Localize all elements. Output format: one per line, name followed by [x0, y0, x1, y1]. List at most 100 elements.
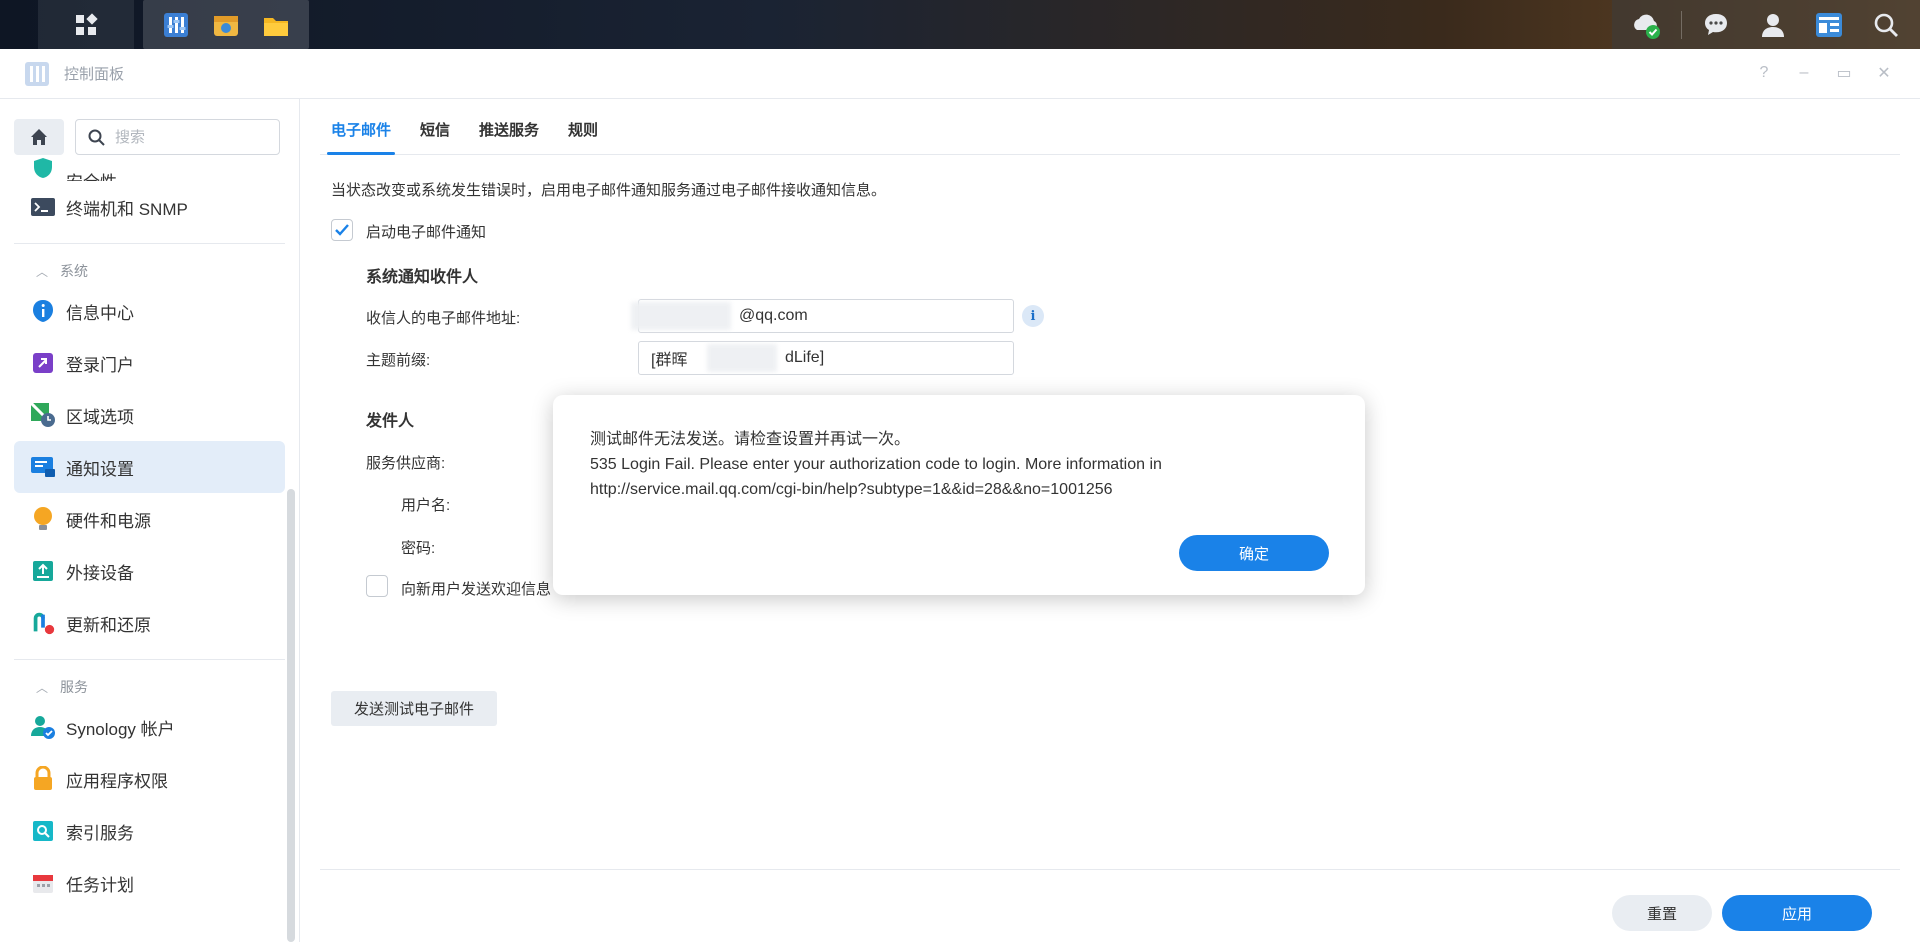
help-button[interactable]: ? [1754, 63, 1774, 83]
recipient-email-field[interactable]: @qq.com [631, 299, 1014, 333]
tray-separator [1680, 10, 1682, 39]
sidebar-item-label: Synology 帐户 [66, 719, 175, 739]
control-panel-window: 控制面板 ? – ▭ ✕ 安全性 [0, 49, 1920, 942]
sidebar-item-login-portal[interactable]: 登录门户 [14, 337, 285, 389]
user-button[interactable] [1751, 0, 1795, 49]
indexing-icon [30, 818, 56, 844]
chat-icon [1705, 13, 1728, 35]
minimize-button[interactable]: – [1794, 63, 1814, 83]
restore-button[interactable]: ▭ [1834, 63, 1854, 83]
provider-label: 服务供应商: [366, 455, 446, 472]
sidebar-scrollbar[interactable] [287, 489, 295, 942]
enable-email-checkbox[interactable] [331, 219, 353, 241]
sidebar-item-security[interactable]: 安全性 [14, 157, 285, 181]
control-panel-logo-icon [25, 61, 49, 86]
widgets-button[interactable] [1807, 0, 1851, 49]
enable-email-label: 启动电子邮件通知 [366, 224, 487, 241]
sidebar-divider [14, 243, 285, 244]
subject-prefix-field[interactable]: [群晖 dLife] [638, 341, 1014, 375]
sidebar-item-update-restore[interactable]: 更新和还原 [14, 597, 285, 649]
window-title: 控制面板 [64, 66, 125, 83]
recipient-email-label: 收信人的电子邮件地址: [366, 310, 521, 327]
widgets-icon [1816, 12, 1843, 37]
taskbar-package-center[interactable] [201, 0, 251, 49]
sidebar-item-label: 任务计划 [66, 875, 134, 895]
sidebar-item-label: 应用程序权限 [66, 771, 168, 791]
app-privileges-icon [30, 766, 56, 792]
ok-button[interactable]: 确定 [1179, 535, 1329, 571]
sidebar-item-label: 登录门户 [66, 355, 134, 375]
terminal-icon [30, 194, 56, 220]
external-device-icon [30, 558, 56, 584]
chat-button[interactable] [1694, 0, 1738, 49]
close-button[interactable]: ✕ [1874, 63, 1894, 83]
sidebar-item-label: 通知设置 [66, 459, 134, 479]
security-icon [30, 157, 56, 181]
sidebar-item-label: 外接设备 [66, 563, 134, 583]
tab-sms[interactable]: 短信 [420, 119, 450, 154]
home-icon [31, 129, 47, 145]
sidebar-item-indexing[interactable]: 索引服务 [14, 805, 285, 857]
sidebar-item-external-devices[interactable]: 外接设备 [14, 545, 285, 597]
synology-account-icon [30, 714, 56, 740]
sidebar-divider [14, 659, 285, 660]
tab-email[interactable]: 电子邮件 [326, 119, 396, 155]
taskbar-file-station[interactable] [251, 0, 301, 49]
sidebar-item-label: 更新和还原 [66, 615, 151, 635]
taskbar-apps [143, 0, 309, 49]
sidebar-item-info-center[interactable]: 信息中心 [14, 285, 285, 337]
chevron-up-icon: ︿ [36, 264, 49, 279]
apply-button[interactable]: 应用 [1722, 895, 1872, 931]
welcome-message-checkbox[interactable] [366, 575, 388, 597]
login-portal-icon [30, 350, 56, 376]
package-center-icon [214, 15, 238, 36]
recipients-heading: 系统通知收件人 [366, 269, 479, 286]
taskbar-control-panel[interactable] [151, 0, 201, 49]
sidebar-item-synology-account[interactable]: Synology 帐户 [14, 701, 285, 753]
chevron-up-icon: ︿ [36, 680, 49, 695]
task-scheduler-icon [30, 870, 56, 896]
hardware-power-icon [30, 506, 56, 532]
search-input[interactable] [115, 128, 265, 146]
tab-push-service[interactable]: 推送服务 [479, 119, 539, 154]
error-message: 测试邮件无法发送。请检查设置并再试一次。 535 Login Fail. Ple… [590, 427, 1330, 502]
checkmark-icon [335, 224, 349, 236]
reset-button[interactable]: 重置 [1612, 895, 1712, 931]
cloud-sync-button[interactable] [1624, 0, 1668, 49]
info-icon[interactable]: i [1022, 305, 1044, 327]
email-description: 当状态改变或系统发生错误时，启用电子邮件通知服务通过电子邮件接收通知信息。 [331, 182, 887, 199]
username-label: 用户名: [401, 497, 451, 514]
sender-heading: 发件人 [366, 413, 415, 430]
window-titlebar[interactable]: 控制面板 [0, 49, 1920, 99]
redacted-area [707, 344, 777, 372]
search-icon [1874, 13, 1898, 37]
main-menu-button[interactable] [38, 0, 134, 49]
error-dialog: 测试邮件无法发送。请检查设置并再试一次。 535 Login Fail. Ple… [553, 395, 1365, 595]
search-button[interactable] [1864, 0, 1908, 49]
update-restore-icon [30, 610, 56, 636]
tab-rules[interactable]: 规则 [568, 119, 598, 154]
home-button[interactable] [14, 119, 64, 155]
sidebar-item-app-privileges[interactable]: 应用程序权限 [14, 753, 285, 805]
sidebar-item-label: 区域选项 [66, 407, 134, 427]
send-test-email-button[interactable]: 发送测试电子邮件 [331, 691, 497, 726]
error-message-line: 535 Login Fail. Please enter your author… [590, 456, 1162, 473]
sidebar-item-label: 硬件和电源 [66, 511, 151, 531]
password-label: 密码: [401, 540, 436, 557]
error-message-line: 测试邮件无法发送。请检查设置并再试一次。 [590, 431, 911, 448]
sidebar-item-task-scheduler[interactable]: 任务计划 [14, 857, 285, 909]
sidebar-item-hardware-power[interactable]: 硬件和电源 [14, 493, 285, 545]
sidebar-item-regional-options[interactable]: 区域选项 [14, 389, 285, 441]
notification-icon [30, 454, 56, 480]
taskbar [0, 0, 1920, 49]
sidebar-group-services[interactable]: ︿ 服务 [36, 677, 88, 697]
sidebar-group-system[interactable]: ︿ 系统 [36, 261, 88, 281]
welcome-message-label: 向新用户发送欢迎信息 [401, 581, 552, 598]
sidebar-item-notification[interactable]: 通知设置 [14, 441, 285, 493]
user-icon [1761, 13, 1784, 37]
taskbar-tray [1612, 0, 1920, 49]
sidebar-search[interactable] [75, 119, 280, 155]
sidebar: 安全性 终端机和 SNMP ︿ 系统 信息中心 [0, 99, 300, 942]
grid-icon [76, 12, 98, 35]
sidebar-item-terminal-snmp[interactable]: 终端机和 SNMP [14, 181, 285, 233]
